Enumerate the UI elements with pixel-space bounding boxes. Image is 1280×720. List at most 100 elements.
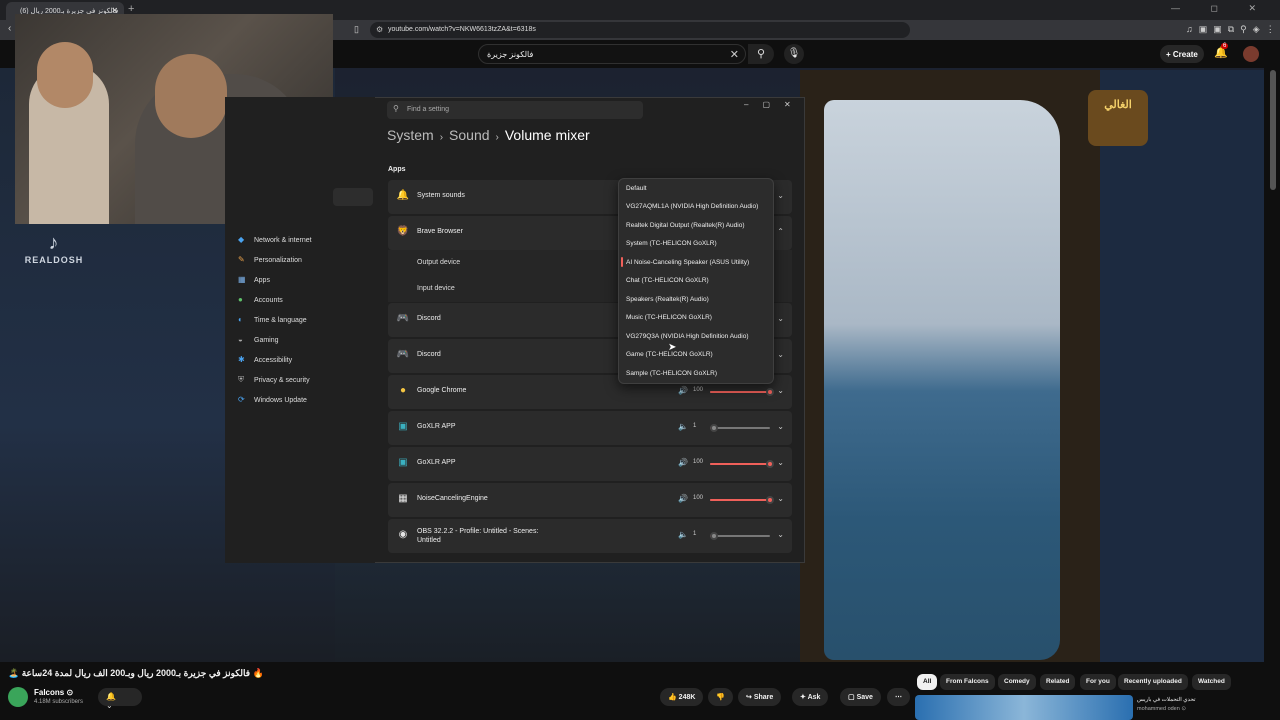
- nav-item-privacy[interactable]: ⛨ Privacy & security: [238, 375, 310, 385]
- channel-name[interactable]: Falcons ⊙: [34, 688, 73, 697]
- dropdown-item[interactable]: Speakers (Realtek(R) Audio): [626, 296, 709, 303]
- nav-item-windows-update[interactable]: ⟳ Windows Update: [238, 395, 307, 404]
- save-icon: ▢: [848, 694, 857, 701]
- share-button[interactable]: ↪ Share: [738, 688, 782, 706]
- speaker-icon[interactable]: 🔊: [678, 458, 688, 467]
- chevron-down-icon[interactable]: ⌄: [777, 386, 784, 395]
- channel-avatar[interactable]: [8, 687, 28, 707]
- mic-icon[interactable]: 🎙: [784, 44, 804, 64]
- chip-related[interactable]: Related: [1040, 674, 1076, 690]
- volume-slider[interactable]: [710, 496, 774, 504]
- speaker-icon[interactable]: 🔊: [678, 386, 688, 395]
- chip-from-falcons[interactable]: From Falcons: [940, 674, 995, 690]
- volume-thumb[interactable]: [766, 388, 774, 396]
- speaker-icon[interactable]: 🔈: [678, 530, 688, 539]
- chevron-down-icon[interactable]: ⌄: [777, 422, 784, 431]
- nav-item-accessibility[interactable]: ✱ Accessibility: [238, 355, 292, 364]
- chevron-down-icon[interactable]: ⌄: [777, 458, 784, 467]
- dropdown-item[interactable]: Default: [626, 185, 647, 192]
- volume-slider[interactable]: [710, 388, 774, 396]
- volume-slider[interactable]: [710, 460, 774, 468]
- volume-thumb[interactable]: [766, 496, 774, 504]
- nav-item-network[interactable]: ◆ Network & internet: [238, 235, 312, 244]
- volume-thumb[interactable]: [710, 532, 718, 540]
- like-button[interactable]: 👍 248K: [660, 688, 704, 706]
- speaker-icon[interactable]: 🔊: [678, 494, 688, 503]
- nav-selection-highlight: [333, 188, 373, 206]
- dropdown-item[interactable]: Realtek Digital Output (Realtek(R) Audio…: [626, 222, 745, 229]
- chevron-down-icon[interactable]: ⌄: [777, 494, 784, 503]
- speaker-icon[interactable]: 🔈: [678, 422, 688, 431]
- chevron-down-icon[interactable]: ⌄: [777, 191, 784, 200]
- chip-recently-uploaded[interactable]: Recently uploaded: [1118, 674, 1188, 690]
- chip-watched[interactable]: Watched: [1192, 674, 1231, 690]
- clear-search-icon[interactable]: ✕: [730, 48, 739, 61]
- share-icon: ↪: [746, 694, 754, 701]
- output-device-label: Output device: [417, 259, 461, 266]
- chip-all[interactable]: All: [917, 674, 938, 690]
- avatar[interactable]: [1243, 46, 1259, 62]
- chip-for-you[interactable]: For you: [1080, 674, 1116, 690]
- search-icon: ⚲: [756, 48, 766, 60]
- settings-search-input[interactable]: ⚲ Find a setting: [387, 101, 643, 119]
- dropdown-item[interactable]: Chat (TC-HELICON GoXLR): [626, 277, 709, 284]
- dropdown-item[interactable]: VG279Q3A (NVIDIA High Definition Audio): [626, 333, 748, 340]
- chevron-right-icon: ›: [439, 132, 444, 143]
- chevron-down-icon[interactable]: ⌄: [777, 314, 784, 323]
- nav-item-personalization[interactable]: ✎ Personalization: [238, 255, 302, 264]
- save-button[interactable]: ▢ Save: [840, 688, 881, 706]
- url-field[interactable]: ⚙ youtube.com/watch?v=NKW6613tzZA&t=6318s: [370, 22, 910, 38]
- breadcrumb-sound[interactable]: Sound: [449, 127, 489, 143]
- chevron-up-icon[interactable]: ⌃: [777, 227, 784, 236]
- dropdown-item-selected[interactable]: AI Noise-Canceling Speaker (ASUS Utility…: [626, 259, 749, 266]
- subscribe-bell-button[interactable]: 🔔⌄: [98, 688, 142, 710]
- site-info-icon[interactable]: ⚙: [376, 25, 383, 34]
- app-row-obs[interactable]: ◉ OBS 32.2.2 - Profile: Untitled - Scenes…: [388, 519, 792, 553]
- app-row-goxlr-2[interactable]: ▣ GoXLR APP 🔊 100 ⌄: [388, 447, 792, 481]
- nav-label: Network & internet: [254, 237, 312, 244]
- volume-thumb[interactable]: [766, 460, 774, 468]
- chip-comedy[interactable]: Comedy: [998, 674, 1036, 690]
- save-label: Save: [856, 694, 873, 701]
- chevron-down-icon[interactable]: ⌄: [777, 350, 784, 359]
- more-icon: ⋯: [895, 694, 902, 701]
- window-controls[interactable]: — ◻ ✕: [1171, 3, 1270, 14]
- app-row-goxlr[interactable]: ▣ GoXLR APP 🔈 1 ⌄: [388, 411, 792, 445]
- nav-item-time-language[interactable]: ◐ Time & language: [238, 315, 307, 324]
- dropdown-item[interactable]: Sample (TC-HELICON GoXLR): [626, 370, 717, 377]
- tiktok-watermark: ♪ REALDOSH: [20, 232, 88, 265]
- ask-button[interactable]: ✦ Ask: [792, 688, 829, 706]
- more-actions-button[interactable]: ⋯: [887, 688, 910, 706]
- create-button[interactable]: + Create: [1160, 45, 1204, 63]
- app-name: Discord: [417, 351, 441, 358]
- search-input[interactable]: فالكونز جزيرة ✕: [478, 44, 746, 64]
- share-label: Share: [753, 694, 774, 701]
- settings-window-controls[interactable]: –▢✕: [744, 100, 805, 109]
- app-row-noise-canceling[interactable]: ▦ NoiseCancelingEngine 🔊 100 ⌄: [388, 483, 792, 517]
- bookmark-icon[interactable]: ▯: [354, 24, 359, 35]
- breadcrumb-system[interactable]: System: [387, 127, 434, 143]
- page-scrollbar[interactable]: [1270, 70, 1276, 190]
- dislike-button[interactable]: 👎: [708, 688, 733, 706]
- suggested-video-thumbnail[interactable]: [915, 695, 1133, 720]
- dropdown-item[interactable]: System (TC-HELICON GoXLR): [626, 240, 717, 247]
- app-name: OBS 32.2.2 - Profile: Untitled - Scenes:…: [417, 528, 539, 544]
- app-name: NoiseCancelingEngine: [417, 495, 488, 502]
- extension-icons[interactable]: ♫▣▣⧉⚲◈⋮: [1186, 24, 1280, 35]
- chevron-down-icon[interactable]: ⌄: [777, 530, 784, 539]
- dropdown-item[interactable]: Music (TC-HELICON GoXLR): [626, 314, 712, 321]
- volume-value: 1: [693, 531, 697, 537]
- back-icon[interactable]: ‹: [8, 23, 11, 34]
- nav-label: Apps: [254, 277, 270, 284]
- volume-slider[interactable]: [710, 424, 770, 432]
- suggested-video-title[interactable]: تحدي التحملات في باريس: [1137, 697, 1196, 703]
- nav-item-accounts[interactable]: ● Accounts: [238, 295, 283, 304]
- volume-value: 1: [693, 423, 697, 429]
- search-button[interactable]: ⚲: [748, 44, 774, 64]
- nav-item-apps[interactable]: ▦ Apps: [238, 275, 270, 284]
- volume-thumb[interactable]: [710, 424, 718, 432]
- volume-slider[interactable]: [710, 532, 770, 540]
- bell-icon: 🔔: [106, 692, 126, 701]
- dropdown-item[interactable]: VG27AQML1A (NVIDIA High Definition Audio…: [626, 203, 758, 210]
- nav-item-gaming[interactable]: ◒ Gaming: [238, 335, 279, 344]
